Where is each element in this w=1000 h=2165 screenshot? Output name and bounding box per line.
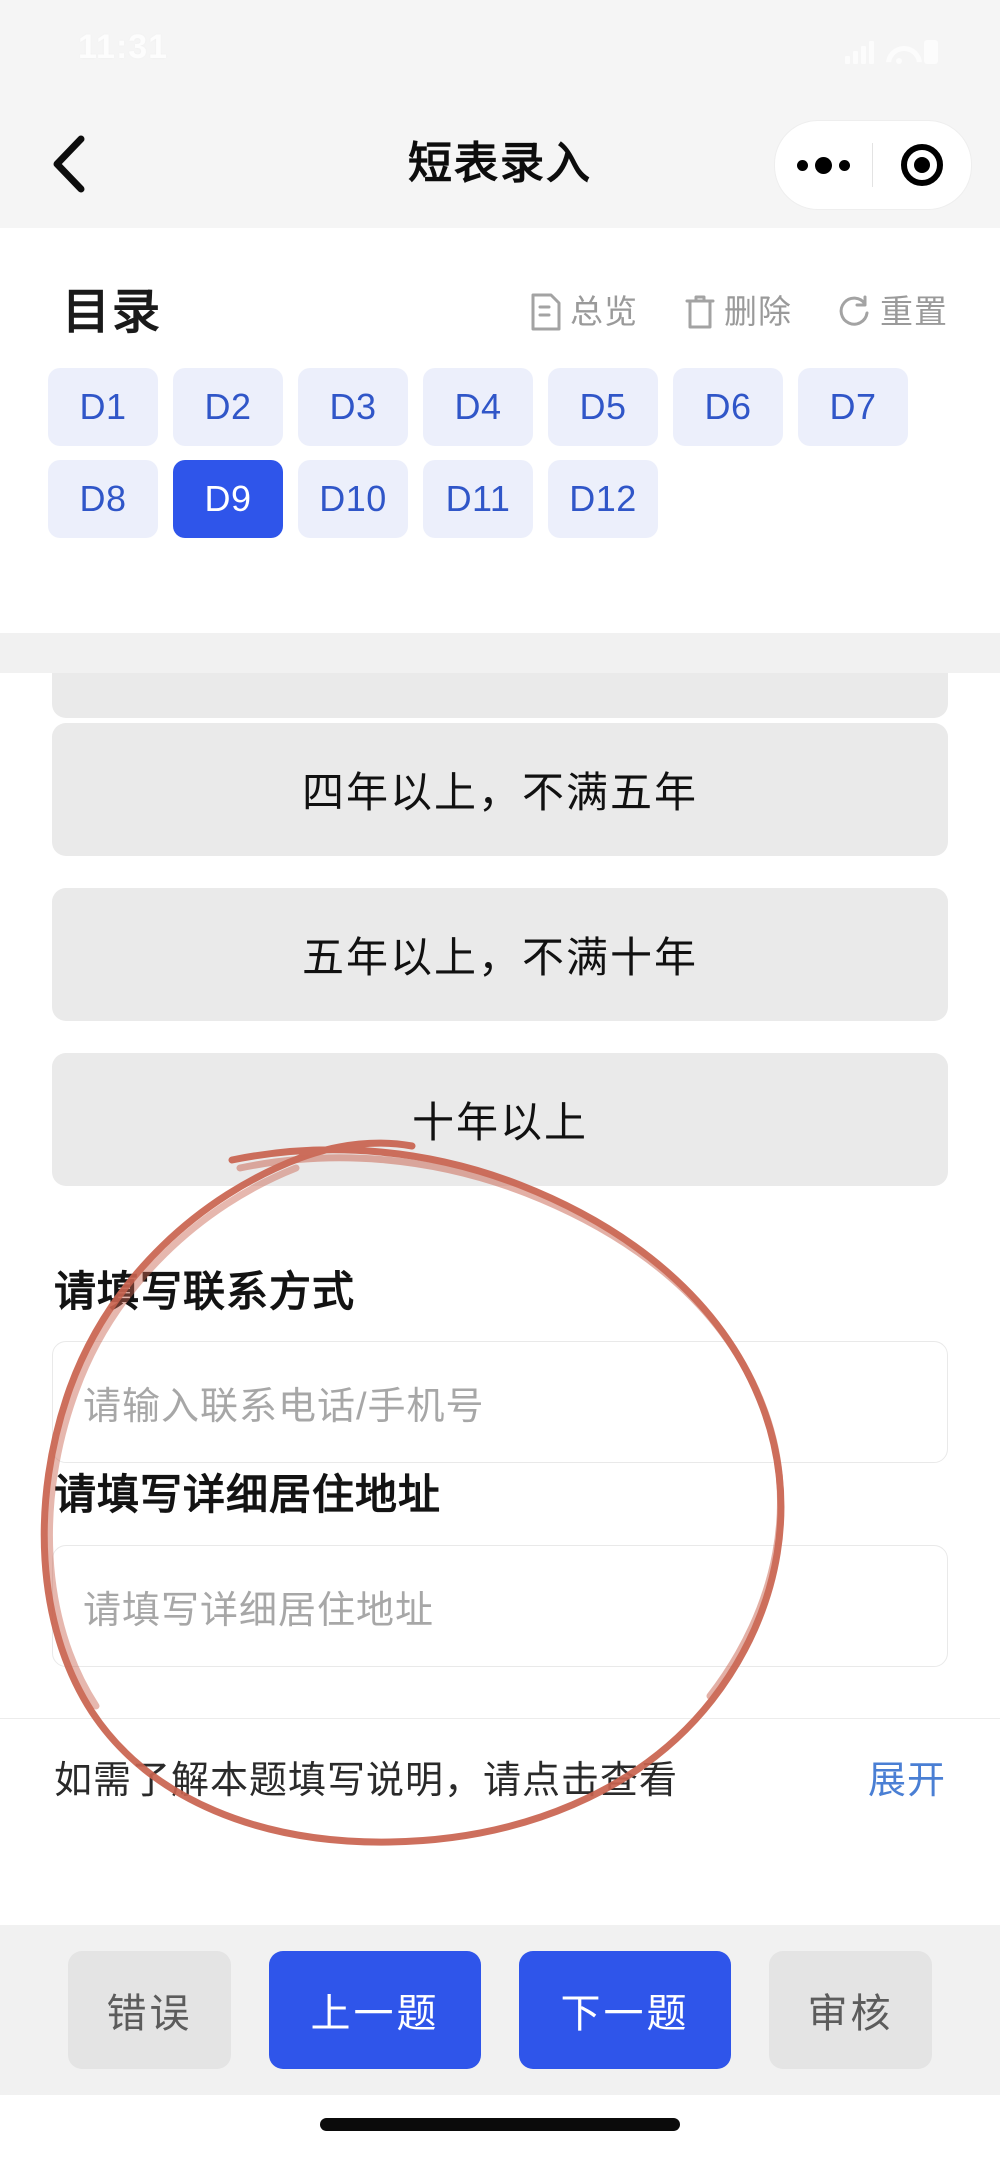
section-divider <box>0 633 1000 673</box>
error-button[interactable]: 错误 <box>68 1951 231 2069</box>
status-bar-time: 11:31 <box>78 28 169 66</box>
bottom-action-bar: 错误 上一题 下一题 审核 <box>0 1925 1000 2095</box>
overview-label: 总览 <box>570 293 638 330</box>
wifi-icon <box>886 44 912 64</box>
directory-chip-d10[interactable]: D10 <box>298 460 408 538</box>
reset-button[interactable]: 重置 <box>838 284 948 340</box>
question-content: 四年以上，不满五年 五年以上，不满十年 十年以上 请填写联系方式 请输入联系电话… <box>0 673 1000 1925</box>
contact-field-label: 请填写联系方式 <box>54 1268 356 1315</box>
option-card-partial[interactable] <box>52 673 948 718</box>
hint-divider <box>0 1718 1000 1719</box>
directory-chip-row-1: D1 D2 D3 D4 D5 D6 D7 <box>0 368 1000 446</box>
delete-label: 删除 <box>724 293 792 330</box>
option-card-3[interactable]: 十年以上 <box>52 1053 948 1186</box>
target-icon[interactable] <box>873 121 971 209</box>
option-card-1[interactable]: 四年以上，不满五年 <box>52 723 948 856</box>
address-input[interactable]: 请填写详细居住地址 <box>52 1545 948 1667</box>
directory-chip-d8[interactable]: D8 <box>48 460 158 538</box>
directory-chip-d1[interactable]: D1 <box>48 368 158 446</box>
directory-chip-d3[interactable]: D3 <box>298 368 408 446</box>
directory-chip-d4[interactable]: D4 <box>423 368 533 446</box>
status-bar-icons <box>845 34 938 64</box>
directory-title: 目录 <box>62 286 163 339</box>
address-input-placeholder: 请填写详细居住地址 <box>83 1589 435 1632</box>
directory-header: 目录 总览 删除 重置 <box>0 280 1000 350</box>
directory-chip-d12[interactable]: D12 <box>548 460 658 538</box>
expand-link[interactable]: 展开 <box>868 1749 946 1804</box>
more-dots-icon[interactable] <box>775 121 872 209</box>
status-bar: 11:31 <box>0 0 1000 100</box>
home-indicator <box>320 2118 680 2131</box>
directory-chip-d5[interactable]: D5 <box>548 368 658 446</box>
directory-chip-d11[interactable]: D11 <box>423 460 533 538</box>
directory-chip-row-2: D8 D9 D10 D11 D12 <box>0 460 1000 538</box>
signal-icon <box>845 40 874 64</box>
directory-chip-d6[interactable]: D6 <box>673 368 783 446</box>
trash-icon <box>684 293 716 331</box>
review-button[interactable]: 审核 <box>769 1951 932 2069</box>
address-field-label: 请填写详细居住地址 <box>54 1471 442 1518</box>
reset-label: 重置 <box>880 293 948 330</box>
battery-icon <box>924 40 938 64</box>
document-icon <box>530 293 562 331</box>
reset-icon <box>838 293 872 331</box>
directory-panel: 目录 总览 删除 重置 D1 D2 D3 D4 D5 D6 D7 D8 D9 D… <box>0 228 1000 633</box>
directory-chip-d9[interactable]: D9 <box>173 460 283 538</box>
overview-button[interactable]: 总览 <box>530 284 638 340</box>
contact-input-placeholder: 请输入联系电话/手机号 <box>83 1385 485 1428</box>
directory-chip-grid: D1 D2 D3 D4 D5 D6 D7 D8 D9 D10 D11 D12 <box>0 368 1000 552</box>
directory-chip-d2[interactable]: D2 <box>173 368 283 446</box>
directory-actions: 总览 删除 重置 <box>530 284 948 340</box>
directory-chip-d7[interactable]: D7 <box>798 368 908 446</box>
hint-row: 如需了解本题填写说明，请点击查看 展开 <box>0 1741 1000 1811</box>
next-question-button[interactable]: 下一题 <box>519 1951 731 2069</box>
contact-input[interactable]: 请输入联系电话/手机号 <box>52 1341 948 1463</box>
delete-button[interactable]: 删除 <box>684 284 792 340</box>
option-card-2[interactable]: 五年以上，不满十年 <box>52 888 948 1021</box>
nav-bar: 短表录入 <box>0 100 1000 228</box>
hint-text: 如需了解本题填写说明，请点击查看 <box>54 1759 679 1802</box>
wechat-capsule <box>774 120 972 210</box>
previous-question-button[interactable]: 上一题 <box>269 1951 481 2069</box>
phone-screen: 11:31 短表录入 目录 总览 删除 重置 D1 D2 D3 D4 D5 D6… <box>0 0 1000 2165</box>
